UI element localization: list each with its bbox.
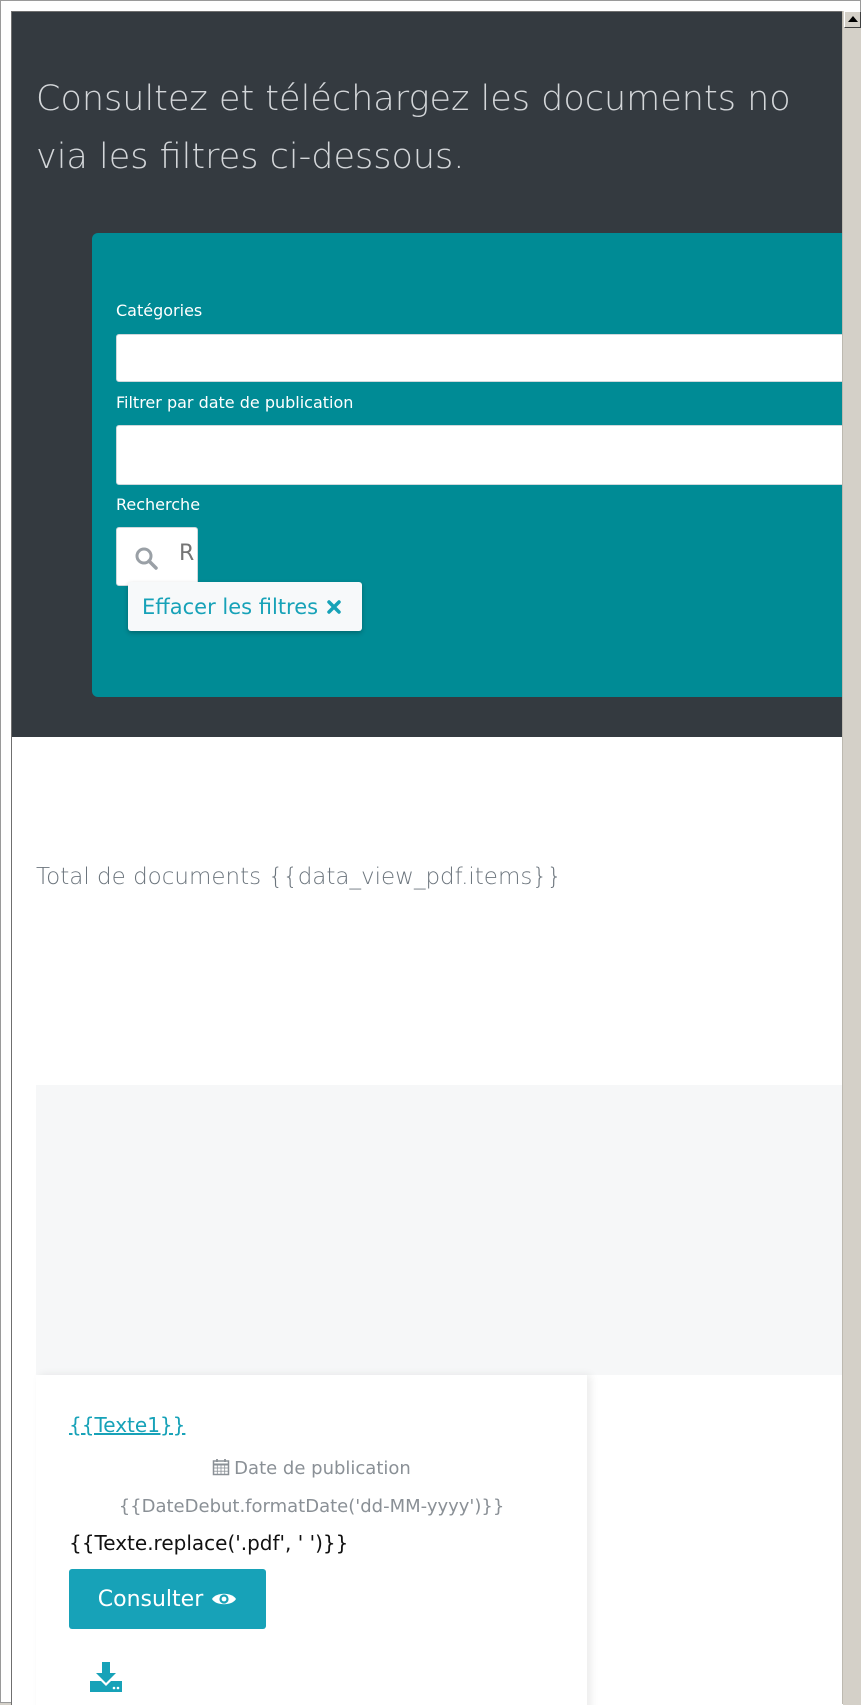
publication-date-value: {{DateDebut.formatDate('dd-MM-yyyy')}} bbox=[118, 1496, 505, 1517]
clear-filters-button[interactable]: Effacer les filtres bbox=[128, 582, 362, 631]
hero-line-1: Consultez et téléchargez les documents n… bbox=[36, 79, 791, 119]
categories-select[interactable] bbox=[116, 334, 843, 382]
total-documents: Total de documents {{data_view_pdf.items… bbox=[36, 864, 562, 890]
document-card-preview bbox=[36, 1085, 843, 1375]
arrow-up-icon bbox=[848, 16, 858, 22]
search-label: Recherche bbox=[116, 495, 201, 514]
clear-filters-label: Effacer les filtres bbox=[142, 594, 319, 619]
calendar-icon bbox=[212, 1459, 230, 1476]
hero-line-2: via les filtres ci-dessous. bbox=[36, 137, 465, 177]
vertical-scrollbar[interactable] bbox=[842, 11, 861, 1704]
document-text: {{Texte.replace('.pdf', ' ')}} bbox=[69, 1531, 349, 1555]
consult-button[interactable]: Consulter bbox=[69, 1569, 266, 1629]
browser-frame: Consultez et téléchargez les documents n… bbox=[0, 0, 861, 1705]
page-viewport: Consultez et téléchargez les documents n… bbox=[11, 11, 843, 1705]
publication-date-text: Date de publication bbox=[234, 1458, 411, 1479]
eye-icon bbox=[212, 1593, 237, 1605]
date-filter-label: Filtrer par date de publication bbox=[116, 393, 354, 412]
scroll-up-button[interactable] bbox=[844, 11, 861, 28]
document-card: {{Texte1}} Date de publication {{DateDeb… bbox=[36, 1375, 587, 1705]
filter-panel: Catégories Filtrer par date de publicati… bbox=[92, 233, 843, 697]
document-link[interactable]: {{Texte1}} bbox=[69, 1413, 185, 1437]
search-field[interactable] bbox=[116, 527, 198, 586]
categories-label: Catégories bbox=[116, 301, 203, 320]
publication-date-label: Date de publication bbox=[36, 1458, 587, 1479]
date-filter-input[interactable] bbox=[116, 425, 843, 485]
close-icon bbox=[327, 599, 341, 614]
download-button[interactable] bbox=[89, 1661, 123, 1697]
download-icon bbox=[90, 1662, 122, 1692]
consult-button-label: Consulter bbox=[97, 1586, 204, 1612]
hero-intro: Consultez et téléchargez les documents n… bbox=[36, 70, 843, 186]
search-icon bbox=[135, 547, 158, 570]
hero-section: Consultez et téléchargez les documents n… bbox=[12, 12, 843, 737]
search-input[interactable] bbox=[179, 541, 197, 566]
